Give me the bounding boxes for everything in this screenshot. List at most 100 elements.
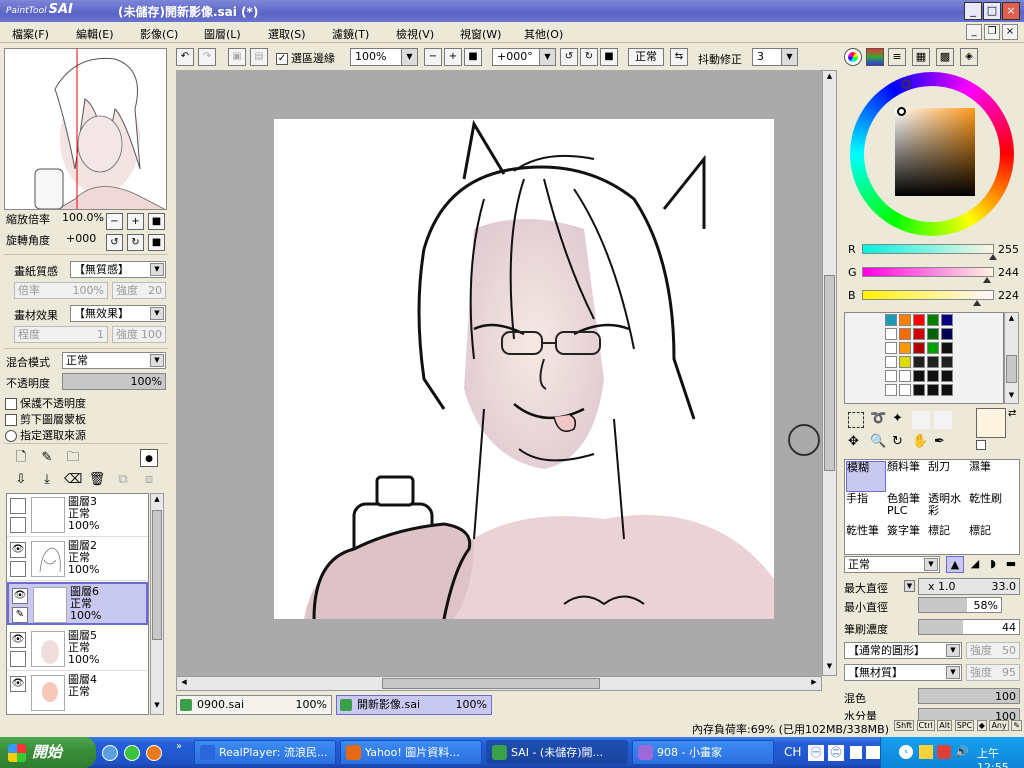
duplicate-icon[interactable]: ⧉	[114, 471, 132, 489]
move-icon[interactable]: ✥	[848, 434, 859, 449]
lasso-icon[interactable]: ➰	[870, 411, 886, 426]
tool-felt-pen[interactable]: 簽字筆	[887, 525, 927, 554]
zoom-reset-icon[interactable]: ■	[464, 48, 482, 66]
scroll-right-icon[interactable]: ▶	[808, 678, 820, 689]
rotate-tool-icon[interactable]: ↻	[892, 434, 903, 449]
layer-row[interactable]: 👁 圖層4 正常	[7, 672, 148, 714]
eyedropper-icon[interactable]: ✒	[934, 434, 945, 449]
chevron-left-icon[interactable]: ‹	[899, 745, 913, 759]
b-slider-handle[interactable]	[973, 300, 982, 306]
lock-toggle[interactable]	[10, 561, 26, 577]
scroll-up-icon[interactable]: ▲	[1006, 314, 1017, 325]
hue-ring[interactable]	[850, 72, 1014, 236]
rotate-left-icon[interactable]: ↺	[560, 48, 578, 66]
g-slider[interactable]	[862, 267, 994, 283]
color-swatch[interactable]	[899, 342, 911, 354]
mdi-close-icon[interactable]: ×	[1002, 24, 1018, 40]
drawing-canvas[interactable]	[274, 119, 774, 619]
flat-edge-icon[interactable]: ▬	[1002, 556, 1020, 573]
min-size-slider[interactable]: 58%	[918, 597, 1002, 613]
soft-edge-icon[interactable]: ◗	[984, 556, 1002, 573]
new-linework-layer-icon[interactable]: ✎	[38, 449, 56, 467]
menu-window[interactable]: 視窗(W)	[460, 26, 501, 42]
ime-mode-icon[interactable]: ㊁	[828, 745, 844, 761]
r-slider[interactable]	[862, 244, 997, 260]
scratchpad-tab-icon[interactable]: ◈	[960, 48, 978, 66]
hsv-slider-tab-icon[interactable]: ≡	[888, 48, 906, 66]
scroll-down-icon[interactable]: ▼	[152, 701, 162, 713]
color-swatch[interactable]	[885, 328, 897, 340]
color-swatch[interactable]	[927, 356, 939, 368]
scroll-thumb[interactable]	[1006, 355, 1017, 383]
tool-color-pencil[interactable]: 色鉛筆PLC	[887, 493, 927, 524]
b-slider[interactable]	[862, 290, 994, 306]
scroll-left-icon[interactable]: ◀	[178, 678, 190, 689]
color-swatch[interactable]	[941, 370, 953, 382]
checkbox-icon[interactable]	[5, 398, 17, 410]
deselect-icon[interactable]: ▣	[228, 48, 246, 66]
tool-finger[interactable]: 手指	[846, 493, 886, 524]
firefox-icon[interactable]	[146, 745, 162, 761]
blend-mode-button[interactable]: 正常	[628, 48, 664, 66]
invert-selection-icon[interactable]: ▤	[250, 48, 268, 66]
menu-file[interactable]: 檔案(F)	[12, 26, 49, 42]
effect-degree-field[interactable]: 程度 1	[14, 326, 108, 343]
tool-wet-brush[interactable]: 濕筆	[969, 461, 1009, 492]
color-swatch[interactable]	[913, 384, 925, 396]
scroll-down-icon[interactable]: ▼	[824, 662, 835, 674]
swatch-tab-icon[interactable]: ▩	[936, 48, 954, 66]
volume-icon[interactable]: 🔊	[955, 745, 969, 759]
color-swatch[interactable]	[941, 342, 953, 354]
show-selection-toggle[interactable]: ✓ 選區邊緣	[276, 50, 335, 66]
canvas-hscrollbar[interactable]: ◀ ▶	[176, 676, 822, 691]
eye-icon[interactable]: 👁	[12, 588, 28, 604]
swap-colors-icon[interactable]: ⇄	[1008, 408, 1016, 419]
nav-rotate-right-icon[interactable]: ↻	[127, 234, 144, 251]
max-size-field[interactable]: x 1.0 33.0	[918, 578, 1020, 595]
scroll-down-icon[interactable]: ▼	[1006, 391, 1017, 402]
color-swatch[interactable]	[885, 370, 897, 382]
layer-list-scrollbar[interactable]: ▲ ▼	[150, 493, 164, 715]
menu-edit[interactable]: 編輯(E)	[76, 26, 114, 42]
paper-scale-field[interactable]: 倍率 100%	[14, 282, 108, 299]
blend-slider[interactable]: 100	[918, 688, 1020, 704]
layer-row[interactable]: 👁 圖層2 正常 100%	[7, 538, 148, 581]
clear-layer-icon[interactable]: ⌫	[64, 471, 82, 489]
color-swatch[interactable]	[885, 342, 897, 354]
close-button[interactable]: ×	[1002, 2, 1020, 20]
color-swatch[interactable]	[899, 384, 911, 396]
brush-shape-select[interactable]: 【通常的圓形】 ▼	[844, 642, 962, 659]
color-swatch[interactable]	[885, 384, 897, 396]
density-slider[interactable]: 44	[918, 619, 1020, 635]
nav-zoom-out-icon[interactable]: −	[106, 213, 123, 230]
new-layer-icon[interactable]: 🗋	[12, 449, 30, 467]
color-swatch[interactable]	[927, 342, 939, 354]
magic-wand-icon[interactable]: ✦	[892, 411, 903, 426]
paper-texture-select[interactable]: 【無質感】 ▼	[70, 261, 166, 278]
shape-strength-field[interactable]: 強度 50	[966, 642, 1020, 659]
medium-edge-icon[interactable]: ◢	[966, 556, 984, 573]
brush-effect-select[interactable]: 【無效果】 ▼	[70, 305, 166, 322]
scroll-thumb[interactable]	[824, 275, 835, 471]
merge-down-icon[interactable]: ⤓	[38, 471, 56, 489]
water-slider[interactable]: 100	[918, 708, 1020, 720]
scroll-up-icon[interactable]: ▲	[824, 72, 835, 84]
zoom-in-icon[interactable]: +	[444, 48, 462, 66]
stabilizer-select[interactable]: 3 ▼	[752, 48, 798, 66]
tray-security-icon[interactable]	[937, 745, 951, 759]
r-slider-handle[interactable]	[989, 254, 997, 260]
undo-icon[interactable]: ↶	[176, 48, 194, 66]
color-swatch[interactable]	[927, 384, 939, 396]
menu-image[interactable]: 影像(C)	[140, 26, 178, 42]
checkbox-icon[interactable]	[5, 414, 17, 426]
chevron-right-icon[interactable]: »	[176, 741, 182, 752]
hard-edge-icon[interactable]: ▲	[946, 556, 964, 573]
zoom-icon[interactable]: 🔍	[870, 434, 886, 449]
eye-icon[interactable]: 👁	[10, 676, 26, 692]
rect-select-icon[interactable]	[848, 412, 864, 428]
color-swatch[interactable]	[941, 384, 953, 396]
rotate-reset-icon[interactable]: ■	[600, 48, 618, 66]
layer-row[interactable]: 👁 圖層5 正常 100%	[7, 628, 148, 671]
nav-zoom-in-icon[interactable]: +	[127, 213, 144, 230]
new-folder-icon[interactable]: 🗀	[64, 449, 82, 467]
